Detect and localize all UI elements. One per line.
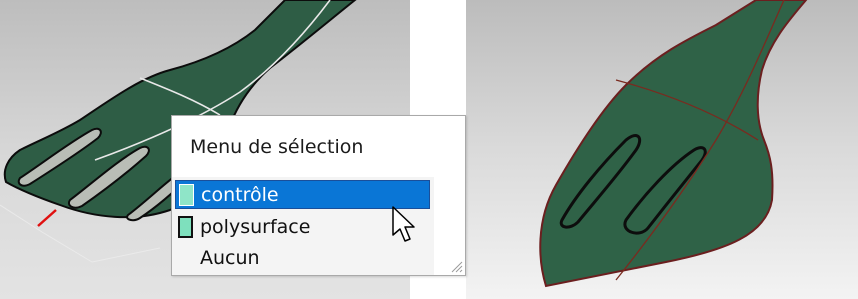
menu-title: Menu de sélection xyxy=(190,136,364,158)
fork-model-right xyxy=(539,0,808,288)
resize-grip-icon[interactable] xyxy=(449,259,463,273)
menu-item-label: Aucun xyxy=(200,246,260,269)
viewport-right[interactable] xyxy=(466,0,858,299)
menu-item-label: contrôle xyxy=(201,183,279,206)
selection-menu-popup: Menu de sélection contrôle polysurface A… xyxy=(171,115,466,276)
fork-surface[interactable] xyxy=(539,0,808,288)
color-swatch xyxy=(178,215,193,238)
menu-item-aucun[interactable]: Aucun xyxy=(175,243,430,272)
menu-item-label: polysurface xyxy=(200,215,311,238)
mouse-pointer-icon xyxy=(392,206,415,242)
color-swatch xyxy=(179,183,194,206)
